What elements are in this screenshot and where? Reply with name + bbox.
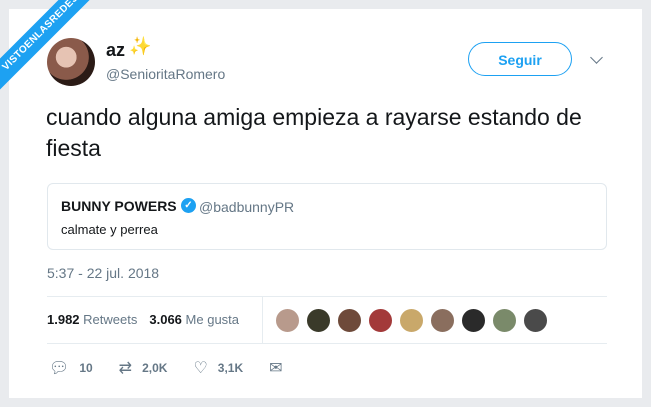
like-button[interactable]: ♡ 3,1K [193, 358, 243, 378]
verified-icon: ✓ [181, 198, 196, 213]
retweets-stat[interactable]: 1.982 Retweets [47, 312, 137, 327]
divider [47, 296, 607, 297]
avatar[interactable] [47, 38, 95, 86]
retweet-count: 2,0K [142, 361, 168, 375]
liker-avatar[interactable] [461, 308, 486, 333]
liker-avatar[interactable] [306, 308, 331, 333]
tweet-text: cuando alguna amiga empieza a rayarse es… [46, 104, 582, 161]
liker-avatar[interactable] [523, 308, 548, 333]
liker-avatar[interactable] [275, 308, 300, 333]
display-name[interactable]: az [106, 40, 125, 61]
sparkles-icon: ✨ [129, 36, 152, 56]
likes-count: 3.066 [149, 312, 182, 327]
likes-label: Me gusta [185, 312, 240, 327]
retweet-button[interactable]: ⇄ 2,0K [119, 358, 168, 378]
quoted-tweet[interactable]: BUNNY POWERS ✓ @badbunnyPR calmate y per… [47, 183, 607, 250]
stats-divider [262, 297, 263, 343]
like-count: 3,1K [217, 361, 244, 375]
retweets-label: Retweets [83, 312, 138, 327]
retweets-count: 1.982 [47, 312, 80, 327]
liker-avatar[interactable] [368, 308, 393, 333]
user-handle[interactable]: @SenioritaRomero [106, 66, 225, 82]
follow-button[interactable]: Seguir [468, 42, 572, 76]
reply-count: 10 [79, 361, 93, 375]
quote-text: calmate y perrea [61, 222, 158, 237]
heart-icon: ♡ [193, 360, 208, 377]
liker-avatar[interactable] [430, 308, 455, 333]
liker-avatar[interactable] [492, 308, 517, 333]
divider [47, 343, 607, 344]
reply-icon: 💬︎ [49, 360, 70, 377]
envelope-icon: ✉ [269, 360, 283, 377]
quote-author-name: BUNNY POWERS [61, 198, 177, 214]
liker-avatar[interactable] [399, 308, 424, 333]
timestamp[interactable]: 5:37 - 22 jul. 2018 [47, 265, 159, 281]
chevron-down-icon[interactable] [590, 51, 603, 64]
retweet-icon: ⇄ [118, 360, 133, 377]
engagement-stats: 1.982 Retweets 3.066 Me gusta [47, 312, 239, 327]
likes-stat[interactable]: 3.066 Me gusta [149, 312, 239, 327]
message-button[interactable]: ✉ [269, 358, 292, 378]
quote-author-handle: @badbunnyPR [199, 199, 295, 215]
liker-avatars [275, 308, 554, 333]
action-bar: 💬︎ 10 ⇄ 2,0K ♡ 3,1K ✉ [49, 358, 319, 378]
liker-avatar[interactable] [337, 308, 362, 333]
reply-button[interactable]: 💬︎ 10 [49, 358, 93, 378]
tweet-card: az ✨ @SenioritaRomero Seguir cuando algu… [9, 9, 642, 398]
